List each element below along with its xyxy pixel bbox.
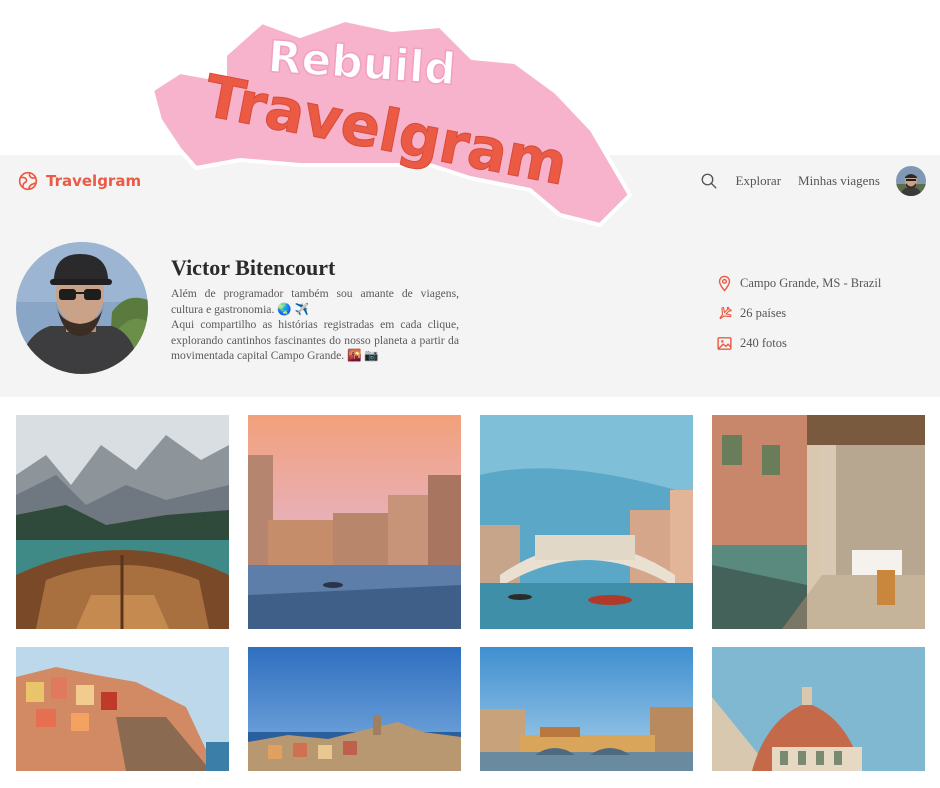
stat-location: Campo Grande, MS - Brazil — [716, 268, 881, 298]
stat-countries-text: 26 países — [740, 305, 787, 320]
profile-stats: Campo Grande, MS - Brazil 26 países 240 … — [716, 268, 881, 358]
promo-line-1: Rebuild — [266, 31, 457, 95]
image-icon — [717, 336, 732, 350]
stat-photos-text: 240 fotos — [740, 335, 787, 350]
stat-photos: 240 fotos — [716, 328, 881, 358]
location-pin-icon — [718, 275, 731, 292]
profile-photo — [16, 242, 148, 374]
profile-name: Victor Bitencourt — [171, 255, 336, 280]
nav-link-explorar[interactable]: Explorar — [736, 173, 781, 189]
navbar: Travelgram Explorar Minhas viagens — [0, 155, 940, 210]
stat-countries: 26 países — [716, 298, 881, 328]
gallery-photo-ponte-vecchio[interactable] — [480, 647, 693, 771]
search-icon[interactable] — [700, 172, 718, 190]
gallery-photo-mountain-lake[interactable] — [16, 415, 229, 629]
gallery-photo-rialto-bridge[interactable] — [480, 415, 693, 629]
airplane-icon — [719, 306, 732, 319]
bio-line-1: Além de programador também sou amante de… — [171, 287, 459, 316]
profile-header: Travelgram Explorar Minhas viagens Victo… — [0, 155, 940, 397]
nav-right: Explorar Minhas viagens — [700, 166, 926, 196]
gallery-photo-vernazza[interactable] — [248, 647, 461, 771]
nav-link-minhas-viagens[interactable]: Minhas viagens — [798, 173, 880, 189]
gallery-photo-cinque-terre[interactable] — [16, 647, 229, 771]
logo-text: Travelgram — [46, 172, 142, 190]
globe-icon — [18, 171, 38, 191]
gallery-photo-venice-restaurant[interactable] — [712, 415, 925, 629]
bio-line-2: Aqui compartilho as histórias registrada… — [171, 318, 459, 362]
logo[interactable]: Travelgram — [18, 171, 141, 191]
gallery-photo-venice-canal[interactable] — [248, 415, 461, 629]
gallery-photo-florence-duomo[interactable] — [712, 647, 925, 771]
profile-bio: Além de programador também sou amante de… — [171, 286, 459, 364]
avatar[interactable] — [896, 166, 926, 196]
stat-location-text: Campo Grande, MS - Brazil — [740, 275, 882, 290]
